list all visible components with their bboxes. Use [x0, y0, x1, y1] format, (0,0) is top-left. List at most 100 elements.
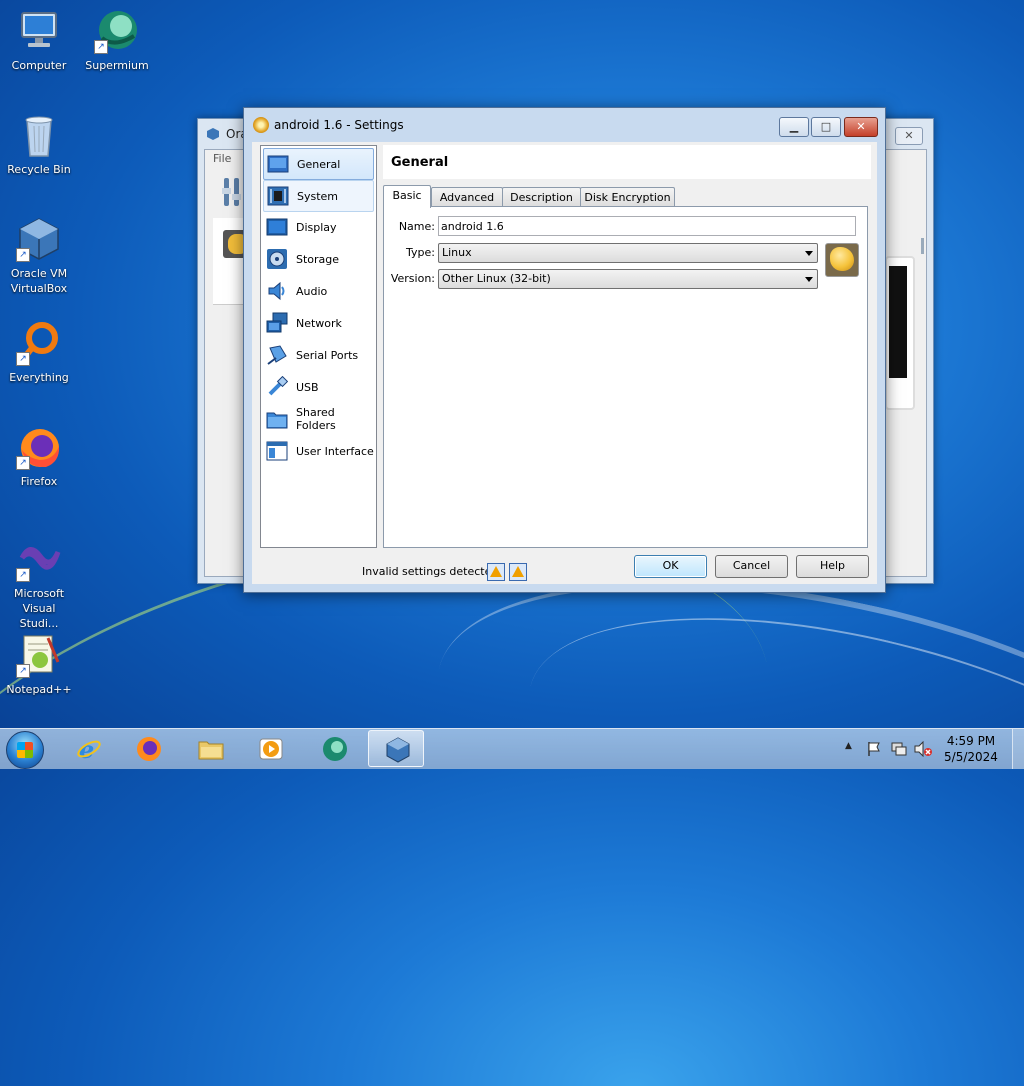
dialog-title: android 1.6 - Settings	[274, 118, 404, 132]
desktop-icon-firefox[interactable]: ↗ Firefox	[2, 424, 76, 489]
shortcut-arrow-icon: ↗	[16, 248, 30, 262]
nav-item-general[interactable]: General	[263, 148, 374, 180]
virtualbox-icon	[207, 128, 219, 140]
taskbar-item-supermium[interactable]	[306, 730, 362, 767]
nav-item-storage[interactable]: Storage	[263, 244, 374, 274]
settings-nav: General System Display Storage Audio Net…	[260, 145, 377, 548]
shortcut-arrow-icon: ↗	[16, 456, 30, 470]
shared-folders-icon	[266, 412, 288, 429]
start-button[interactable]	[6, 731, 44, 769]
firefox-icon: ↗	[16, 424, 62, 470]
taskbar-item-ie[interactable]: e	[60, 730, 116, 767]
tab-advanced[interactable]: Advanced	[431, 187, 503, 207]
desktop-icon-notepadpp[interactable]: ↗ Notepad++	[2, 632, 76, 697]
virtualbox-icon	[386, 737, 410, 763]
preview-panel	[885, 256, 915, 410]
help-button[interactable]: Help	[796, 555, 869, 578]
nav-item-serial-ports[interactable]: Serial Ports	[263, 340, 374, 370]
chevron-down-icon	[805, 251, 813, 256]
show-desktop-button[interactable]	[1012, 729, 1024, 769]
nav-item-network[interactable]: Network	[263, 308, 374, 338]
maximize-button[interactable]: □	[811, 117, 841, 137]
volume-muted-icon[interactable]	[914, 741, 932, 757]
display-icon	[266, 218, 288, 236]
scrollbar[interactable]	[921, 238, 924, 254]
general-icon	[267, 155, 289, 173]
cancel-button[interactable]: Cancel	[715, 555, 788, 578]
network-tray-icon[interactable]	[891, 741, 907, 757]
taskbar-item-virtualbox[interactable]	[368, 730, 424, 767]
shortcut-arrow-icon: ↗	[16, 568, 30, 582]
dialog-client: General System Display Storage Audio Net…	[252, 142, 877, 584]
warning-icon[interactable]	[487, 563, 505, 581]
recycle-bin-icon	[16, 112, 62, 158]
nav-item-display[interactable]: Display	[263, 212, 374, 242]
invalid-settings-label: Invalid settings detected	[362, 565, 499, 578]
taskbar-item-file-explorer[interactable]	[182, 730, 238, 767]
desktop-icon-supermium[interactable]: ↗ Supermium	[80, 8, 154, 73]
user-interface-icon	[266, 441, 288, 461]
windows-logo-icon	[17, 742, 33, 758]
desktop-icon-recycle-bin[interactable]: Recycle Bin	[2, 112, 76, 177]
taskbar-item-firefox[interactable]	[120, 730, 176, 767]
type-dropdown[interactable]: Linux	[438, 243, 818, 263]
firefox-icon	[137, 737, 161, 761]
audio-icon	[268, 281, 285, 301]
shortcut-arrow-icon: ↗	[16, 664, 30, 678]
close-button[interactable]: ✕	[844, 117, 878, 137]
close-button[interactable]: ✕	[895, 127, 923, 145]
version-label: Version:	[390, 272, 435, 285]
version-dropdown[interactable]: Other Linux (32-bit)	[438, 269, 818, 289]
tab-description[interactable]: Description	[502, 187, 581, 207]
tray-expand-icon[interactable]: ▲	[845, 741, 852, 751]
network-icon	[266, 312, 288, 333]
nav-item-usb[interactable]: USB	[263, 372, 374, 402]
visual-studio-icon: ↗	[16, 536, 62, 582]
tools-icon[interactable]	[221, 176, 243, 208]
chevron-down-icon	[805, 277, 813, 282]
storage-icon	[267, 249, 287, 269]
nav-item-shared-folders[interactable]: Shared Folders	[263, 404, 374, 434]
clock[interactable]: 4:59 PM 5/5/2024	[940, 733, 1002, 765]
warning-icon[interactable]	[509, 563, 527, 581]
nav-item-audio[interactable]: Audio	[263, 276, 374, 306]
desktop-icon-computer[interactable]: Computer	[2, 8, 76, 73]
computer-icon	[16, 8, 62, 54]
minimize-button[interactable]: ▁	[779, 117, 809, 137]
file-explorer-icon	[198, 741, 224, 760]
supermium-icon: ↗	[94, 8, 140, 54]
desktop-icon-everything[interactable]: ↗ Everything	[2, 320, 76, 385]
ok-button[interactable]: OK	[634, 555, 707, 578]
action-center-flag-icon[interactable]	[866, 741, 882, 757]
desktop-icon-virtualbox[interactable]: ↗ Oracle VM VirtualBox	[2, 216, 76, 296]
internet-explorer-icon: e	[77, 736, 101, 762]
media-player-icon	[259, 738, 283, 760]
section-title: General	[391, 155, 449, 170]
supermium-icon	[323, 737, 347, 761]
nav-item-system[interactable]: System	[263, 180, 374, 212]
taskbar-item-media-player[interactable]	[242, 730, 298, 767]
menu-file[interactable]: File	[213, 152, 231, 165]
nav-item-user-interface[interactable]: User Interface	[263, 436, 374, 466]
taskbar: e ▲ 4:59 PM 5/5/2024	[0, 728, 1024, 769]
gear-icon	[253, 117, 269, 133]
shortcut-arrow-icon: ↗	[94, 40, 108, 54]
system-icon	[267, 186, 289, 206]
shortcut-arrow-icon: ↗	[16, 352, 30, 366]
name-label: Name:	[398, 220, 435, 233]
clock-time: 4:59 PM	[946, 734, 996, 748]
tab-disk-encryption[interactable]: Disk Encryption	[580, 187, 675, 207]
type-label: Type:	[406, 246, 435, 259]
notepadpp-icon: ↗	[16, 632, 62, 678]
desktop-icon-visual-studio[interactable]: ↗ Microsoft Visual Studi...	[2, 536, 76, 631]
usb-icon	[268, 376, 288, 396]
settings-dialog[interactable]: android 1.6 - Settings ▁ □ ✕ General Sys…	[243, 107, 886, 593]
section-header: General	[383, 145, 871, 179]
clock-date: 5/5/2024	[944, 750, 998, 764]
tab-basic[interactable]: Basic	[383, 185, 431, 208]
dialog-titlebar[interactable]: android 1.6 - Settings ▁ □ ✕	[244, 108, 885, 142]
os-type-icon	[825, 243, 859, 277]
everything-icon: ↗	[16, 320, 62, 366]
virtualbox-icon: ↗	[16, 216, 62, 262]
name-field[interactable]: android 1.6	[438, 216, 856, 236]
